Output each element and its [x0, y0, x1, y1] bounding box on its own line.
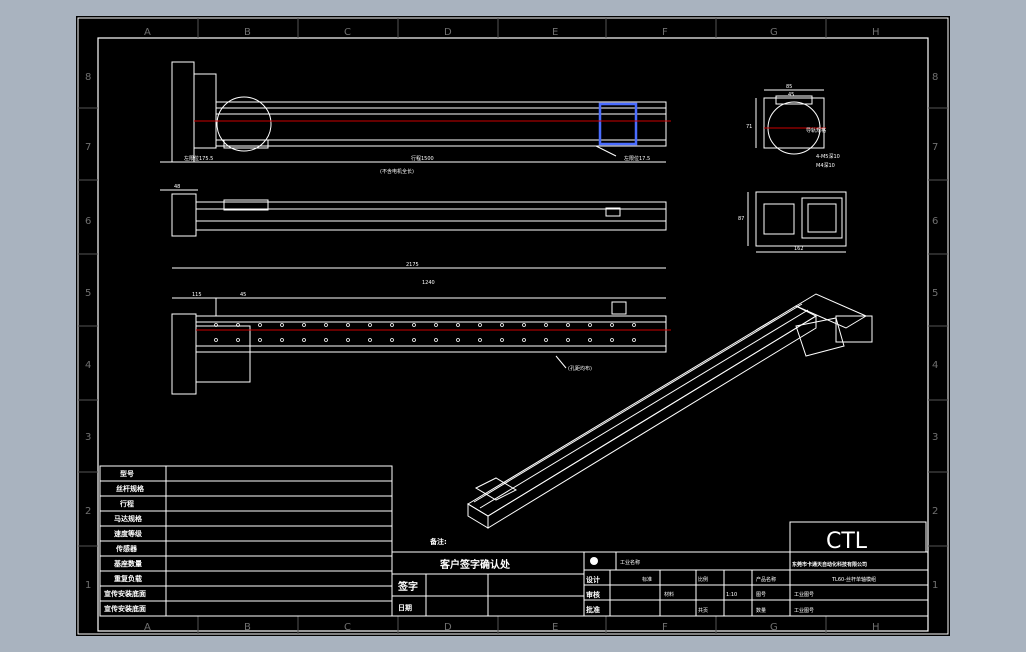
- check-label: 审核: [586, 590, 600, 599]
- date-label: 日期: [398, 603, 412, 612]
- plan-view: [171, 267, 667, 395]
- zone-col-h-bottom: H: [872, 622, 880, 633]
- drawing-name: TL60-丝杆单轴模组: [831, 576, 876, 583]
- zone-row-1-right: 1: [932, 580, 938, 591]
- zone-row-7-right: 7: [932, 142, 938, 153]
- dim-stroke: 行程1500: [411, 155, 434, 162]
- cad-drawing: A B C D E F G H A B C D E F G H 8 7 6 5 …: [77, 17, 949, 635]
- zone-row-2: 2: [85, 506, 91, 517]
- end-view: [755, 89, 825, 155]
- zone-col-g: G: [770, 27, 778, 38]
- zone-col-h: H: [872, 27, 880, 38]
- zone-labels-right: 8 7 6 5 4 3 2 1: [932, 72, 938, 591]
- standard-label: 标准: [642, 576, 652, 583]
- dim-e-height: 71: [746, 124, 752, 130]
- dim-e-note2: M4深10: [816, 162, 835, 169]
- zone-col-b-bottom: B: [244, 622, 251, 633]
- dim-side-left: 48: [174, 184, 180, 190]
- zone-row-7: 7: [85, 142, 91, 153]
- zone-col-c-bottom: C: [344, 622, 351, 633]
- zone-row-6-right: 6: [932, 216, 938, 227]
- company-logo: CTL: [826, 529, 868, 554]
- spec-row-label: 速度等级: [114, 529, 143, 538]
- dim-e2-width: 162: [794, 246, 804, 252]
- front-view: [160, 61, 667, 163]
- dim-e-note1: 4-M5深10: [816, 153, 840, 160]
- zone-row-4: 4: [85, 360, 91, 371]
- spec-row-label: 基座数量: [113, 559, 142, 568]
- isometric-view: [467, 293, 873, 529]
- no-label: 图号: [756, 592, 766, 598]
- zone-row-3: 3: [85, 432, 91, 443]
- symbol-label: 工业名称: [620, 559, 640, 566]
- symbol-icon: [590, 557, 598, 565]
- zone-col-e: E: [552, 27, 558, 38]
- qty-label: 数量: [756, 607, 766, 614]
- spec-row-label: 马达规格: [114, 514, 143, 523]
- dim-top-right: 左限位17.5: [624, 155, 650, 162]
- spec-row-label: 宣传安装底面: [104, 604, 146, 613]
- title-block-frame: [583, 521, 929, 617]
- zone-row-1: 1: [85, 580, 91, 591]
- zone-col-e-bottom: E: [552, 622, 558, 633]
- side-view: [160, 189, 667, 237]
- zone-row-8-right: 8: [932, 72, 938, 83]
- zone-row-3-right: 3: [932, 432, 938, 443]
- zone-labels-left: 8 7 6 5 4 3 2 1: [85, 72, 91, 591]
- spec-row-label: 传感器: [115, 544, 138, 553]
- zone-row-4-right: 4: [932, 360, 938, 371]
- zone-col-c: C: [344, 27, 351, 38]
- dim-e-top2: 45: [788, 92, 794, 98]
- dim-holes-note: (孔距均布): [568, 365, 592, 372]
- dim-plan-left: 115: [192, 292, 202, 298]
- dim-plan-total: 2175: [406, 262, 419, 268]
- spec-row-label: 重复负载: [114, 574, 142, 583]
- material-label: 材料: [664, 591, 674, 598]
- drawing-sheet: A B C D E F G H A B C D E F G H 8 7 6 5 …: [76, 16, 950, 636]
- product-label: 产品名称: [756, 576, 776, 583]
- dim-e-top: 85: [786, 84, 792, 90]
- dim-plan-offset: 45: [240, 292, 246, 298]
- company-name: 东莞市卡通天自动化科技有限公司: [792, 561, 867, 568]
- spec-row-label: 宣传安装底面: [104, 589, 146, 598]
- drawing-no-label: 工业图号: [794, 591, 814, 598]
- sheet-label: 共页: [698, 607, 708, 614]
- zone-row-5: 5: [85, 288, 91, 299]
- spec-row-label: 丝杆规格: [116, 484, 145, 493]
- zone-col-a-bottom: A: [144, 622, 151, 633]
- inner-frame: [97, 37, 929, 632]
- zone-row-5-right: 5: [932, 288, 938, 299]
- dim-top-left: 左限位175.5: [184, 155, 213, 162]
- plan-holes: [214, 323, 636, 342]
- zone-row-2-right: 2: [932, 506, 938, 517]
- dim-e-label: 导轨规格: [806, 127, 826, 134]
- scale-value: 1:10: [726, 592, 737, 598]
- dim-e2-height: 87: [738, 216, 744, 222]
- spec-row-label: 行程: [119, 499, 134, 508]
- remark-label: 备注:: [429, 537, 447, 546]
- zone-row-8: 8: [85, 72, 91, 83]
- zone-col-d-bottom: D: [444, 622, 452, 633]
- zone-col-g-bottom: G: [770, 622, 778, 633]
- sign-label: 签字: [397, 580, 418, 593]
- zone-col-d: D: [444, 27, 452, 38]
- zone-col-f: F: [662, 27, 668, 38]
- ref-label: 工业图号: [794, 607, 814, 614]
- zone-row-6: 6: [85, 216, 91, 227]
- zone-col-f-bottom: F: [662, 622, 668, 633]
- dim-total-length: (不含电机全长): [380, 168, 414, 175]
- motor-end-view: [747, 191, 847, 253]
- spec-row-label: 型号: [120, 469, 134, 478]
- approve-label: 批准: [586, 605, 600, 614]
- dim-plan-inner: 1240: [422, 280, 435, 286]
- scale-label: 比例: [698, 576, 708, 583]
- zone-col-b: B: [244, 27, 251, 38]
- zone-col-a: A: [144, 27, 151, 38]
- client-confirm-title: 客户签字确认处: [439, 558, 511, 571]
- zone-labels-top: A B C D E F G H: [144, 27, 880, 38]
- design-label: 设计: [586, 575, 600, 584]
